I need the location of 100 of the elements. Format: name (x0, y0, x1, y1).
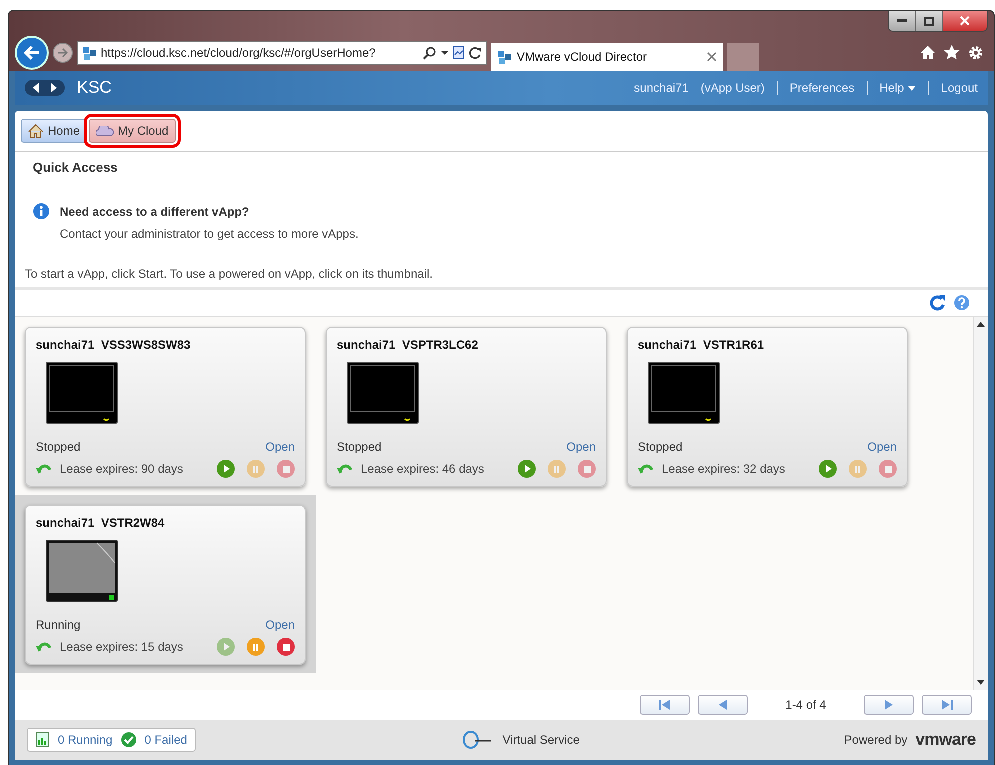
vapp-status: Running (36, 618, 81, 632)
help-icon[interactable] (954, 295, 970, 311)
vendor-logo: vmware (916, 730, 976, 750)
instructions-text: To start a vApp, click Start. To use a powered on vApp, click on its thumbnail. (15, 267, 988, 290)
scrollbar[interactable] (973, 317, 988, 690)
cloud-icon (96, 126, 114, 136)
back-button[interactable] (15, 36, 49, 70)
navigation-arrows[interactable] (25, 80, 65, 96)
vapp-name: sunchai71_VSS3WS8SW83 (36, 338, 192, 352)
provider-logo-icon (460, 731, 493, 749)
vapp-status: Stopped (337, 440, 382, 454)
next-page-button[interactable] (864, 695, 914, 715)
minimize-icon (897, 19, 907, 23)
header-link[interactable]: Preferences (776, 81, 855, 95)
start-button[interactable] (819, 460, 837, 478)
open-link[interactable]: Open (266, 440, 295, 454)
running-count[interactable]: 0 Running (58, 733, 113, 747)
stop-button[interactable] (578, 460, 596, 478)
header-link[interactable]: Help (866, 81, 916, 95)
stop-button[interactable] (879, 460, 897, 478)
lease-text: Lease expires: 15 days (60, 640, 184, 654)
open-link[interactable]: Open (566, 440, 596, 454)
compatibility-icon[interactable] (453, 46, 465, 60)
close-icon[interactable] (707, 52, 717, 62)
monitor-icon[interactable] (648, 362, 720, 424)
vapp-name: sunchai71_VSTR1R61 (638, 338, 766, 352)
vapp-name: sunchai71_VSPTR3LC62 (337, 338, 480, 352)
monitor-icon[interactable] (347, 362, 419, 424)
play-icon (224, 643, 230, 651)
vapp-card[interactable]: sunchai71_VSS3WS8SW83 Stopped Open Lease expires: 90 days (25, 327, 306, 487)
close-icon (960, 16, 970, 26)
scroll-down-icon[interactable] (977, 680, 985, 686)
vapp-card[interactable]: sunchai71_VSTR2W84 Running Open Lease expires: 15 days (25, 505, 306, 665)
renew-icon[interactable] (36, 463, 52, 475)
service-name: Virtual Service (502, 733, 580, 747)
refresh-icon[interactable] (469, 46, 482, 60)
forward-button[interactable] (53, 43, 73, 63)
pause-icon (253, 644, 259, 650)
suspend-button[interactable] (247, 638, 265, 656)
lease-text: Lease expires: 46 days (361, 462, 486, 476)
user-name: sunchai71 (634, 81, 689, 95)
address-bar[interactable]: https://cloud.ksc.net/cloud/org/ksc/#/orgUserHome? (77, 41, 487, 65)
caret-icon[interactable] (441, 50, 449, 56)
stop-icon (282, 644, 290, 650)
home-icon[interactable] (920, 45, 936, 60)
vapp-card[interactable]: sunchai71_VSTR1R61 Stopped Open Lease expires: 32 days (627, 327, 908, 487)
vapp-name: sunchai71_VSTR2W84 (36, 516, 166, 530)
stop-icon (884, 466, 892, 472)
maximize-button[interactable] (916, 11, 943, 31)
arrows-icon (31, 82, 59, 94)
renew-icon[interactable] (36, 641, 52, 653)
lease-text: Lease expires: 32 days (662, 462, 786, 476)
lease-text: Lease expires: 90 days (60, 462, 184, 476)
close-button[interactable] (943, 11, 987, 31)
vapp-status: Stopped (638, 440, 683, 454)
start-button[interactable] (217, 638, 235, 656)
start-button[interactable] (518, 460, 536, 478)
open-link[interactable]: Open (266, 618, 295, 632)
first-page-button[interactable] (640, 695, 690, 715)
user-role: (vApp User) (700, 81, 765, 95)
stop-button[interactable] (277, 638, 295, 656)
maximize-icon (924, 16, 934, 26)
caret-icon (908, 86, 916, 90)
notice-text: Contact your administrator to get access to more vApps. (60, 227, 360, 241)
page-range: 1-4 of 4 (784, 698, 828, 712)
info-icon (33, 203, 50, 220)
pause-icon (855, 466, 861, 472)
renew-icon[interactable] (337, 463, 353, 475)
first-page-icon (659, 699, 671, 711)
next-page-icon (884, 699, 894, 711)
last-page-icon (941, 699, 953, 711)
open-link[interactable]: Open (868, 440, 897, 454)
previous-page-button[interactable] (698, 695, 748, 715)
vapp-status: Stopped (36, 440, 81, 454)
settings-icon[interactable] (968, 45, 984, 61)
powered-by-text: Powered by (844, 733, 908, 747)
minimize-button[interactable] (889, 11, 916, 31)
search-icon[interactable] (423, 46, 437, 60)
pause-icon (253, 466, 259, 472)
failed-count[interactable]: 0 Failed (144, 733, 188, 747)
section-title: Quick Access (33, 160, 119, 175)
header-link[interactable]: Logout (928, 81, 978, 95)
renew-icon[interactable] (638, 463, 654, 475)
star-icon[interactable] (944, 45, 960, 60)
start-button[interactable] (217, 460, 235, 478)
check-icon (120, 732, 137, 748)
vapp-card[interactable]: sunchai71_VSPTR3LC62 Stopped Open Lease expires: 46 days (326, 327, 607, 487)
screen-thumbnail[interactable] (46, 540, 118, 602)
home-icon (28, 124, 44, 138)
play-icon (224, 465, 230, 473)
browser-tab[interactable]: VMware vCloud Director (491, 43, 723, 71)
monitor-icon[interactable] (46, 362, 118, 424)
site-icon (82, 46, 97, 60)
stop-icon (584, 466, 590, 472)
tasks-icon (36, 732, 50, 748)
scroll-up-icon[interactable] (977, 321, 985, 327)
selected-cell[interactable]: sunchai71_VSTR2W84 Running Open Lease expires: 15 days (15, 495, 316, 673)
pause-icon (554, 466, 560, 472)
stop-button[interactable] (277, 460, 295, 478)
last-page-button[interactable] (922, 695, 972, 715)
